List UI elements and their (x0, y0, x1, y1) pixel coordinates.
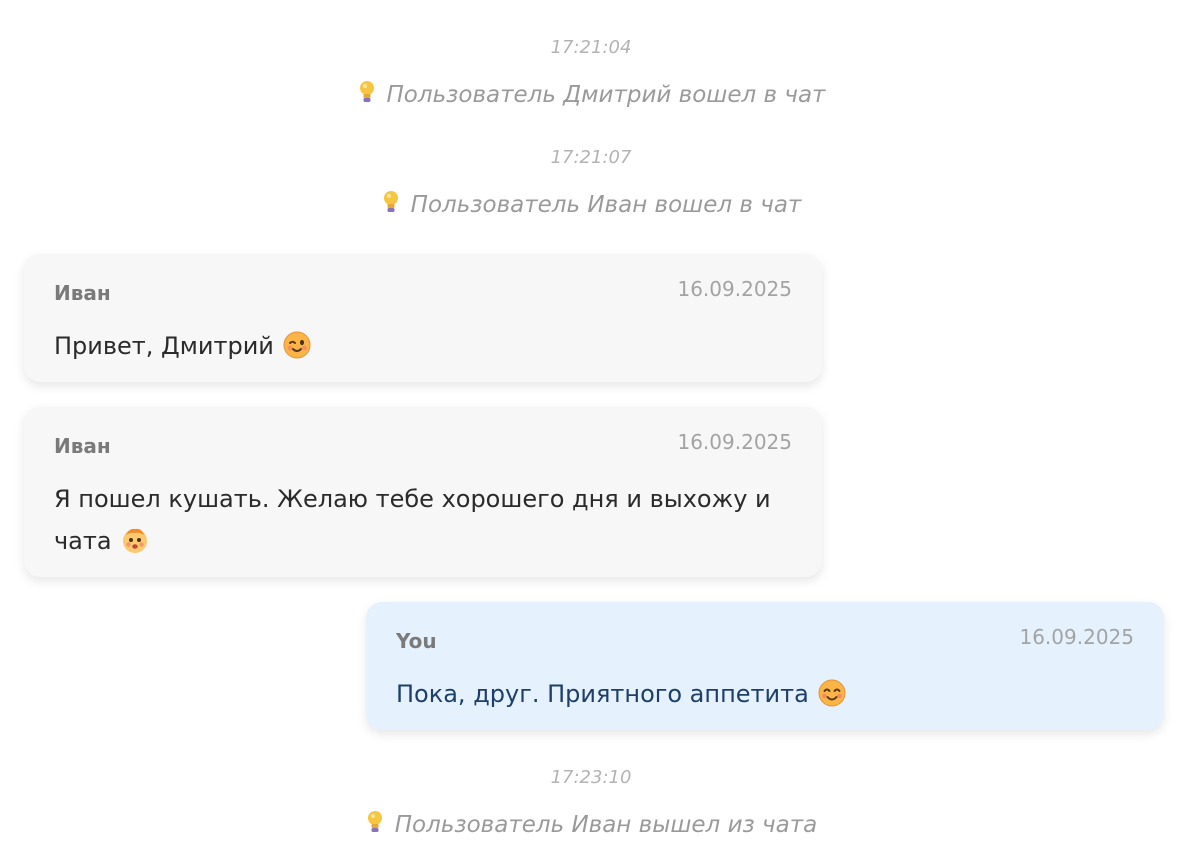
system-message: Пользователь Дмитрий вошел в чат (0, 79, 1182, 113)
message-text-content: Пока, друг. Приятного аппетита (396, 680, 809, 708)
event-timestamp: 17:21:07 (550, 147, 632, 168)
winking-face-icon (282, 330, 312, 373)
message-author: Иван (54, 434, 111, 458)
message-bubble[interactable]: Иван 16.09.2025 Привет, Дмитрий (24, 254, 822, 382)
system-message: Пользователь Иван вошел в чат (0, 189, 1182, 223)
message-text-content: Я пошел кушать. Желаю тебе хорошего дня … (54, 485, 771, 555)
system-message-text: Пользователь Дмитрий вошел в чат (386, 82, 826, 108)
message-text: Пока, друг. Приятного аппетита (396, 673, 1124, 721)
lightbulb-icon (365, 809, 385, 843)
smiling-face-with-smiling-eyes-icon (817, 678, 847, 721)
message-author: Иван (54, 281, 111, 305)
message-text: Я пошел кушать. Желаю тебе хорошего дня … (54, 478, 782, 568)
message-text: Привет, Дмитрий (54, 325, 782, 373)
smiling-face-icon (120, 525, 150, 568)
message-date: 16.09.2025 (677, 277, 792, 301)
message-bubble-outgoing[interactable]: You 16.09.2025 Пока, друг. Приятного апп… (366, 602, 1164, 730)
message-text-content: Привет, Дмитрий (54, 332, 274, 360)
lightbulb-icon (357, 79, 377, 113)
system-message-text: Пользователь Иван вышел из чата (394, 812, 818, 838)
message-date: 16.09.2025 (677, 430, 792, 454)
system-message-text: Пользователь Иван вошел в чат (410, 192, 802, 218)
event-timestamp: 17:23:10 (550, 767, 632, 788)
message-bubble[interactable]: Иван 16.09.2025 Я пошел кушать. Желаю те… (24, 407, 822, 577)
lightbulb-icon (381, 189, 401, 223)
system-message: Пользователь Иван вышел из чата (0, 809, 1182, 843)
message-date: 16.09.2025 (1019, 625, 1134, 649)
event-timestamp: 17:21:04 (550, 37, 632, 58)
message-author: You (396, 629, 437, 653)
